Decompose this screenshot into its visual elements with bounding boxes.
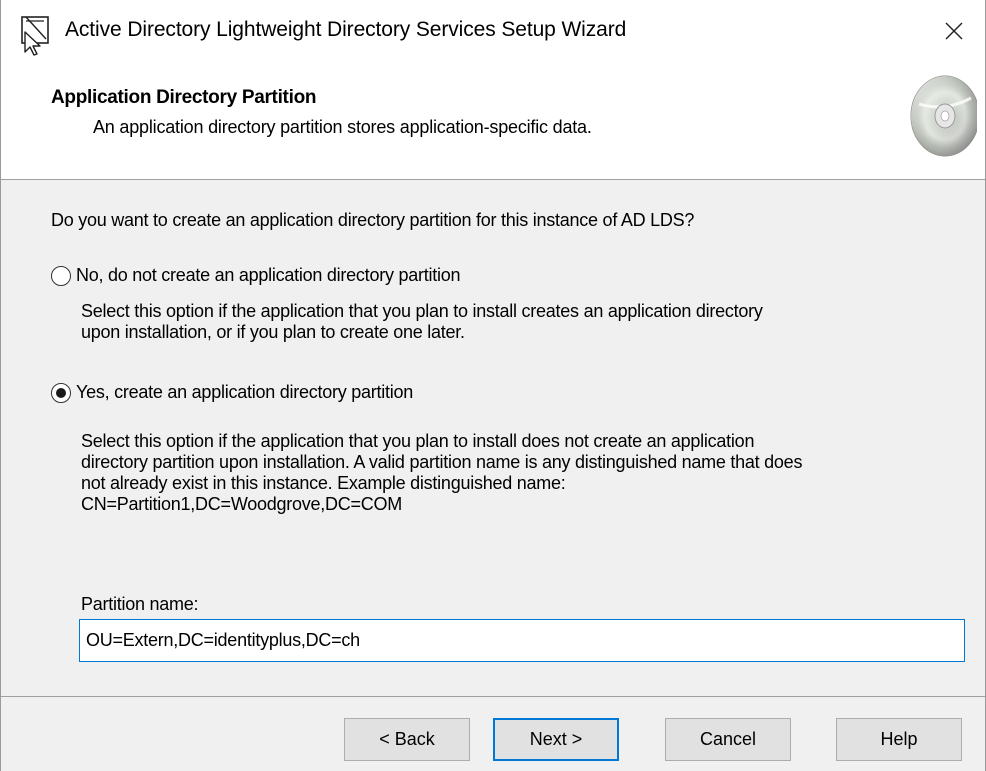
radio-yes-label: Yes, create an application directory par… (76, 382, 414, 402)
back-button[interactable]: < Back (344, 718, 470, 761)
wizard-content: Do you want to create an application dir… (1, 181, 985, 696)
next-button[interactable]: Next > (493, 718, 619, 761)
option-no-description: Select this option if the application th… (81, 301, 763, 342)
radio-no-partition[interactable]: No, do not create an application directo… (51, 265, 460, 286)
setup-wizard-window: Active Directory Lightweight Directory S… (0, 0, 986, 771)
setup-wizard-icon (21, 16, 49, 56)
cd-disc-icon (910, 75, 977, 157)
title-bar: Active Directory Lightweight Directory S… (1, 0, 985, 62)
page-title: Application Directory Partition (51, 87, 317, 108)
page-subtitle: An application directory partition store… (93, 117, 592, 137)
radio-no-circle[interactable] (51, 265, 71, 286)
radio-yes-partition[interactable]: Yes, create an application directory par… (51, 382, 413, 403)
radio-no-label: No, do not create an application directo… (76, 265, 461, 285)
option-yes-description: Select this option if the application th… (81, 431, 803, 514)
window-title: Active Directory Lightweight Directory S… (65, 18, 627, 41)
partition-question: Do you want to create an application dir… (51, 210, 695, 230)
close-icon (945, 22, 963, 40)
radio-yes-circle[interactable] (51, 382, 71, 403)
partition-name-input[interactable] (79, 619, 965, 662)
partition-name-label: Partition name: (81, 594, 199, 614)
cancel-button[interactable]: Cancel (665, 718, 791, 761)
close-button[interactable] (923, 0, 985, 62)
wizard-header: Application Directory Partition An appli… (1, 62, 985, 180)
help-button[interactable]: Help (836, 718, 962, 761)
footer-divider (1, 696, 985, 697)
